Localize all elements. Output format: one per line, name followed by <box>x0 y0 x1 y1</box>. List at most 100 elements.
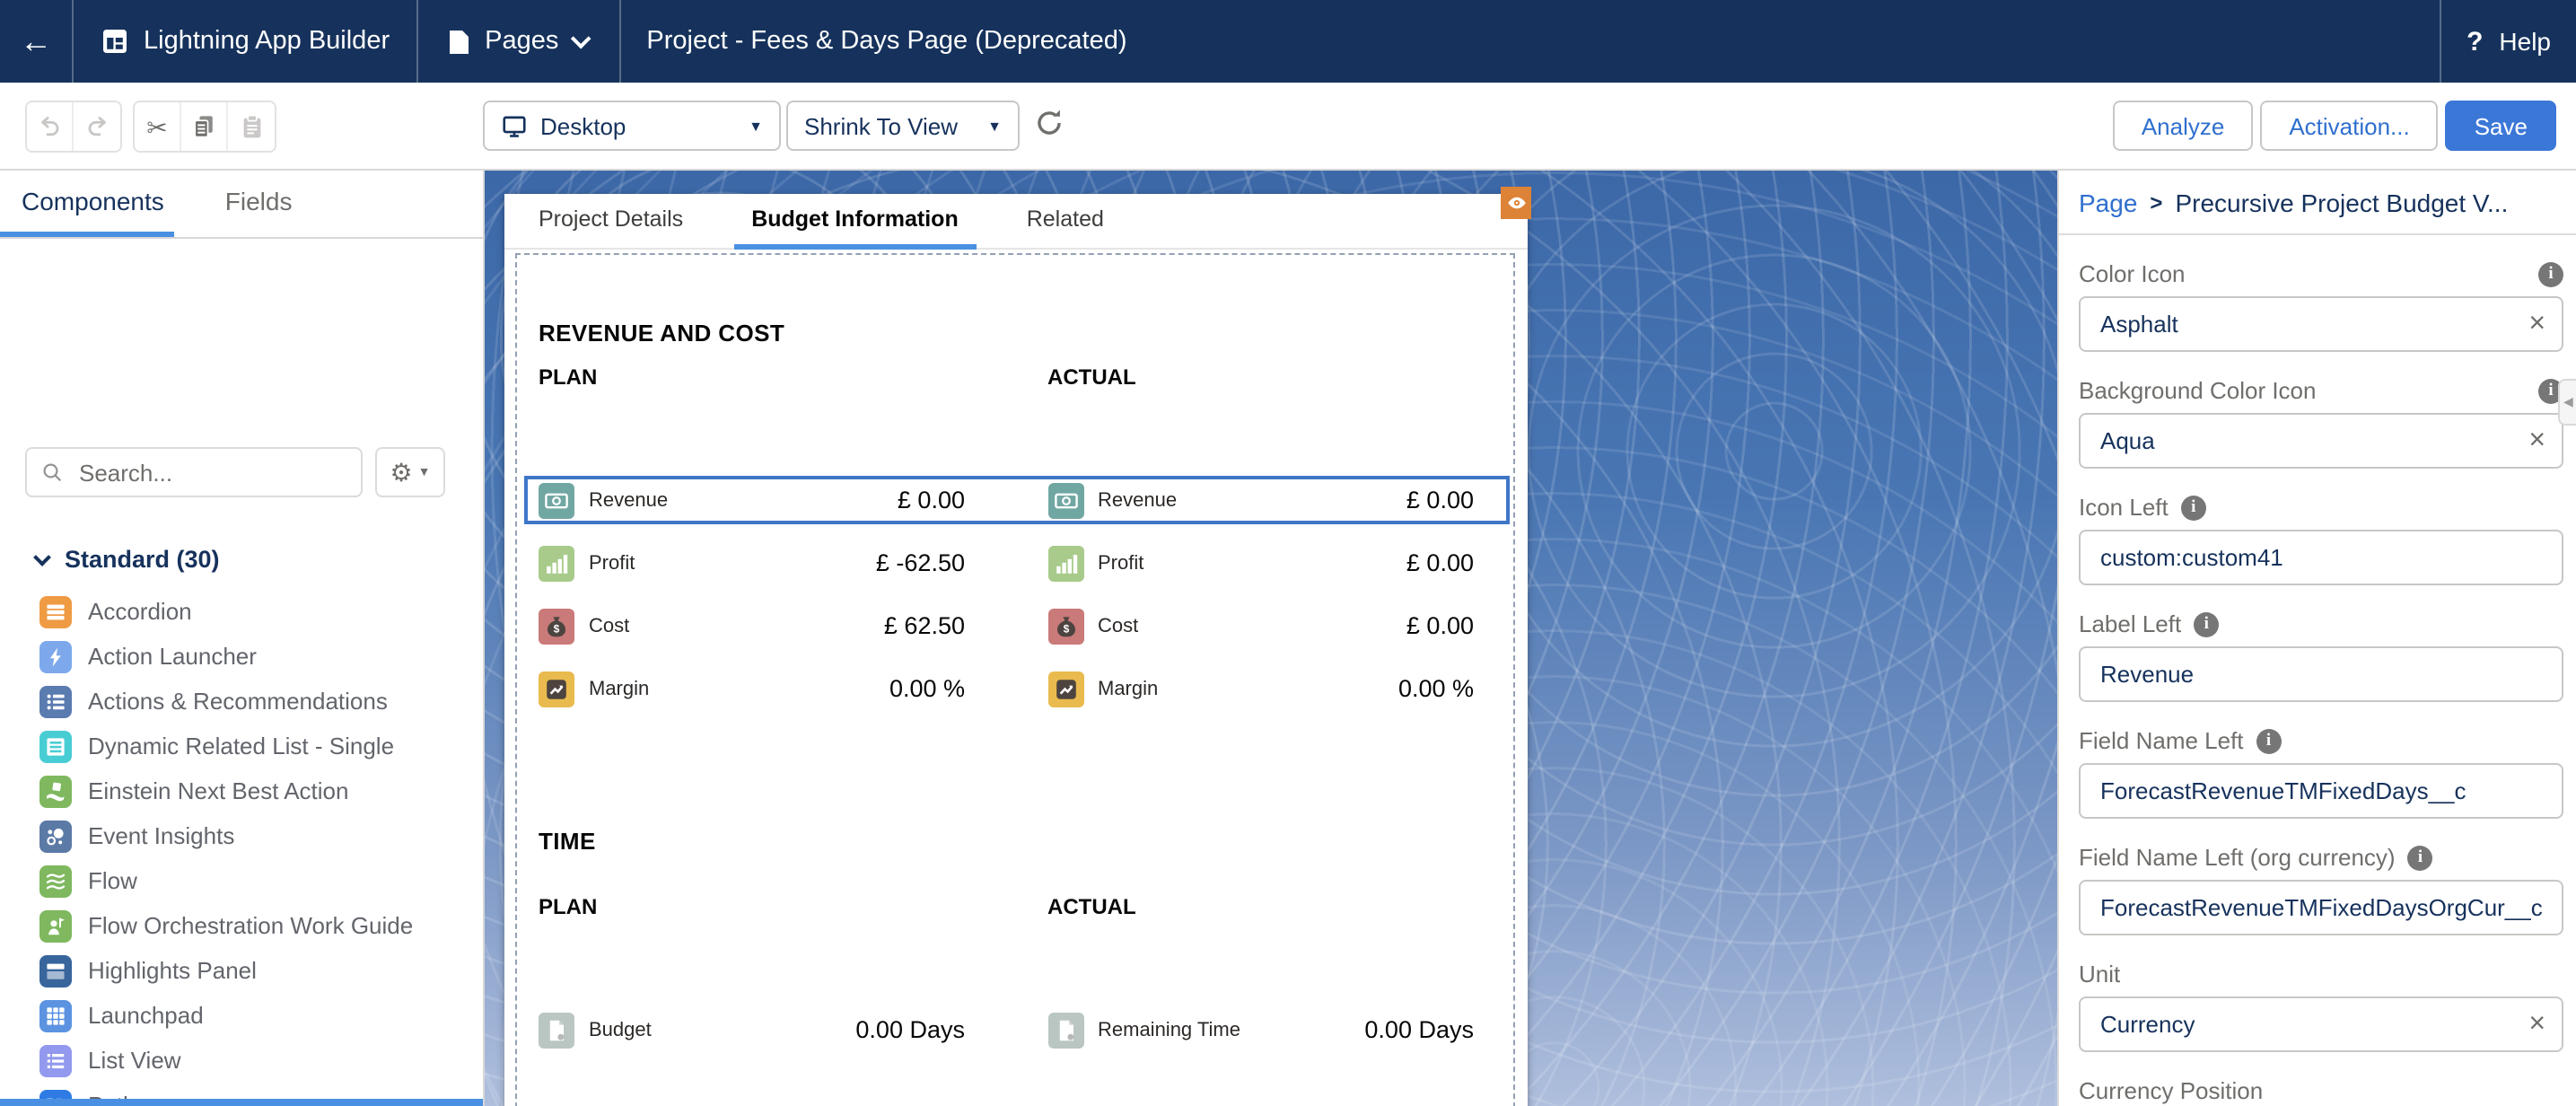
metric-value: £ 0.00 <box>1406 487 1474 514</box>
copy-icon <box>190 113 217 140</box>
metric-label: Cost <box>589 615 629 636</box>
component-item[interactable]: Action Launcher <box>0 634 485 679</box>
info-icon[interactable]: i <box>2194 611 2219 636</box>
info-icon[interactable]: i <box>2256 728 2282 753</box>
back-button[interactable]: ← <box>0 22 72 60</box>
metric-cell: $Cost£ 62.50 <box>539 608 965 644</box>
property-field: UnitCurrency× <box>2079 959 2563 1052</box>
help-button[interactable]: ? Help <box>2441 26 2576 57</box>
component-label: Einstein Next Best Action <box>88 777 349 804</box>
metric-cell: Profit£ 0.00 <box>1047 545 1474 581</box>
metric-cell: $Cost£ 0.00 <box>1047 608 1474 644</box>
device-selector[interactable]: Desktop ▼ <box>483 101 781 151</box>
component-item[interactable]: Accordion <box>0 589 485 634</box>
paste-button[interactable] <box>228 102 275 151</box>
component-settings-button[interactable]: ⚙ ▼ <box>375 447 445 497</box>
component-item[interactable]: Einstein Next Best Action <box>0 768 485 813</box>
field-input[interactable]: custom:custom41 <box>2079 530 2563 585</box>
info-icon[interactable]: i <box>2408 845 2433 870</box>
metric-cell: Budget0.00 Days <box>539 1012 965 1048</box>
sidebar-tabs: Components Fields <box>0 171 483 239</box>
pages-menu-button[interactable]: Pages <box>418 27 619 56</box>
einstein-next-best-action-icon <box>39 775 72 807</box>
visibility-rule-badge[interactable] <box>1501 187 1531 219</box>
view-mode-selector[interactable]: Shrink To View ▼ <box>786 101 1020 151</box>
list-view-icon <box>39 1044 72 1076</box>
field-input[interactable]: ForecastRevenueTMFixedDays__c <box>2079 763 2563 819</box>
component-item[interactable]: Flow <box>0 858 485 903</box>
undo-button[interactable] <box>27 102 74 151</box>
section-standard-header[interactable]: Standard (30) <box>0 546 485 573</box>
field-input[interactable]: Revenue <box>2079 646 2563 702</box>
field-input[interactable]: ForecastRevenueTMFixedDaysOrgCur__c <box>2079 880 2563 935</box>
clear-icon[interactable]: × <box>2528 310 2545 338</box>
search-input[interactable] <box>75 457 346 487</box>
metric-row-selected[interactable]: Revenue£ 0.00Revenue£ 0.00 <box>524 476 1510 524</box>
metric-row[interactable]: Budget0.00 DaysRemaining Time0.00 Days <box>539 1005 1474 1054</box>
metric-label: Profit <box>1098 552 1143 574</box>
component-item[interactable]: List View <box>0 1038 485 1083</box>
eye-icon <box>1505 192 1527 214</box>
tab-related[interactable]: Related <box>1027 194 1104 250</box>
metric-row[interactable]: Margin0.00 %Margin0.00 % <box>539 664 1474 713</box>
cut-button[interactable]: ✂ <box>135 102 181 151</box>
component-item[interactable]: Flow Orchestration Work Guide <box>0 903 485 948</box>
component-item[interactable]: Launchpad <box>0 993 485 1038</box>
property-field: Background Color IconiAqua× <box>2079 375 2563 469</box>
analyze-button[interactable]: Analyze <box>2113 101 2254 151</box>
money-bag-icon: $ <box>539 608 574 644</box>
tab-budget-information[interactable]: Budget Information <box>733 194 977 250</box>
accordion-icon <box>39 595 72 628</box>
activation-button[interactable]: Activation... <box>2260 101 2438 151</box>
component-item[interactable]: Highlights Panel <box>0 948 485 993</box>
clear-icon[interactable]: × <box>2528 426 2545 455</box>
properties-panel: Page > Precursive Project Budget V... Co… <box>2057 171 2576 1106</box>
toolbar: ✂ Desktop ▼ Shrink To View ▼ Analyze Act… <box>0 83 2576 171</box>
launchpad-icon <box>39 999 72 1031</box>
field-value: Asphalt <box>2100 311 2528 338</box>
component-item[interactable]: Actions & Recommendations <box>0 679 485 724</box>
field-value: Currency <box>2100 1011 2528 1038</box>
metric-cell: Margin0.00 % <box>1047 671 1474 707</box>
field-input[interactable]: Asphalt× <box>2079 296 2563 352</box>
metric-row[interactable]: Profit£ -62.50Profit£ 0.00 <box>539 539 1474 587</box>
page-canvas: Project Details Budget Information Relat… <box>485 171 2057 1106</box>
component-item[interactable]: Event Insights <box>0 813 485 858</box>
field-input[interactable]: Aqua× <box>2079 413 2563 469</box>
property-field: Label LeftiRevenue <box>2079 609 2563 702</box>
record-page-tabs: Project Details Budget Information Relat… <box>504 194 1528 250</box>
tab-project-details[interactable]: Project Details <box>539 194 683 250</box>
redo-button[interactable] <box>74 102 120 151</box>
budget-component-region[interactable]: REVENUE AND COSTPLANACTUALRevenue£ 0.00R… <box>515 253 1515 1106</box>
panel-collapse-handle[interactable]: ◀ <box>2558 379 2576 426</box>
scissors-icon: ✂ <box>146 114 167 139</box>
component-label: Actions & Recommendations <box>88 688 388 715</box>
monitor-icon <box>501 112 528 139</box>
save-button[interactable]: Save <box>2446 101 2556 151</box>
field-label: Color Icon <box>2079 260 2186 287</box>
refresh-icon <box>1034 108 1065 138</box>
metric-label: Profit <box>589 552 635 574</box>
tab-components[interactable]: Components <box>0 171 175 237</box>
metric-label: Margin <box>1098 678 1158 699</box>
info-icon[interactable]: i <box>2538 261 2563 286</box>
metric-value: 0.00 Days <box>1364 1016 1474 1043</box>
clear-icon[interactable]: × <box>2528 1010 2545 1039</box>
event-insights-icon <box>39 820 72 852</box>
app-header: ← Lightning App Builder Pages Project - … <box>0 0 2576 83</box>
svg-text:$: $ <box>554 621 560 634</box>
svg-text:$: $ <box>1063 621 1069 634</box>
metric-label: Revenue <box>1098 489 1177 511</box>
metric-row[interactable]: $Cost£ 62.50$Cost£ 0.00 <box>539 601 1474 650</box>
field-input[interactable]: Currency× <box>2079 996 2563 1052</box>
copy-button[interactable] <box>181 102 228 151</box>
info-icon[interactable]: i <box>2181 495 2206 520</box>
component-item[interactable]: Dynamic Related List - Single <box>0 724 485 768</box>
breadcrumb-page-link[interactable]: Page <box>2079 188 2137 216</box>
refresh-button[interactable] <box>1034 108 1073 147</box>
column-header: PLAN <box>539 364 965 390</box>
field-value: Revenue <box>2100 661 2545 688</box>
gear-icon: ⚙ <box>390 460 413 485</box>
tab-fields[interactable]: Fields <box>215 171 303 237</box>
metric-cell: Revenue£ 0.00 <box>539 482 965 518</box>
